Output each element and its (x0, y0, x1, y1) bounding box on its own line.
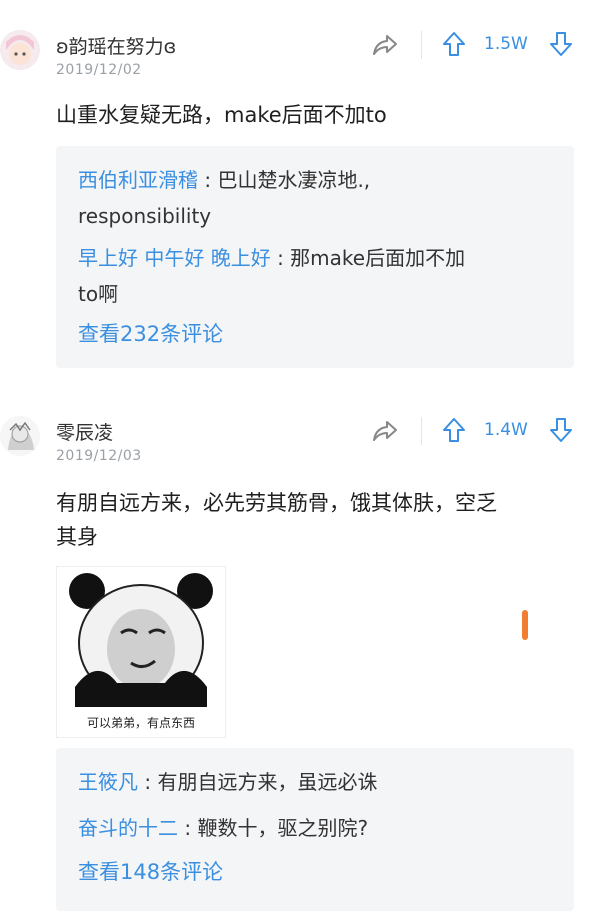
divider (421, 31, 422, 59)
post-date: 2019/12/02 (56, 62, 142, 78)
reply-separator: : (138, 770, 158, 794)
upvote-arrow-icon[interactable] (441, 416, 467, 444)
divider (421, 417, 422, 445)
reply-separator: : (178, 816, 198, 840)
reply-author[interactable]: 王筱凡 (78, 770, 138, 794)
downvote-arrow-icon[interactable] (548, 30, 574, 58)
share-icon[interactable] (370, 418, 400, 444)
reply-author[interactable]: 早上好 中午好 晚上好 (78, 246, 271, 270)
reply-text: 鞭数十，驱之别院? (197, 816, 369, 840)
comment-post: ʚ韵瑶在努力ɞ 2019/12/02 1.5W 山重水复疑无路，make后面不加… (0, 0, 600, 380)
vote-count: 1.5W (484, 34, 528, 54)
meme-caption: 可以弟弟，有点东西 (86, 716, 195, 730)
avatar[interactable] (0, 416, 40, 456)
scroll-indicator[interactable] (522, 610, 528, 640)
share-icon[interactable] (370, 32, 400, 58)
view-more-comments-link[interactable]: 查看232条评论 (78, 318, 223, 348)
replies-box: 王筱凡 : 有朋自远方来，虽远必诛 奋斗的十二 : 鞭数十，驱之别院? 查看14… (56, 748, 574, 911)
reply-text: 巴山楚水凄凉地., (217, 168, 371, 192)
panda-meme-icon (69, 573, 213, 707)
reply-author[interactable]: 西伯利亚滑稽 (78, 168, 198, 192)
reply-item[interactable]: 王筱凡 : 有朋自远方来，虽远必诛 (78, 764, 558, 800)
upvote-arrow-icon[interactable] (441, 30, 467, 58)
comment-text-line: 其身 (56, 525, 98, 549)
replies-box: 西伯利亚滑稽 : 巴山楚水凄凉地., responsibility 早上好 中午… (56, 146, 574, 368)
avatar[interactable] (0, 30, 40, 70)
comment-text-line: 有朋自远方来，必先劳其筋骨，饿其体肤，空乏 (56, 491, 497, 515)
meme-image[interactable]: 可以弟弟，有点东西 (56, 566, 226, 738)
comment-text: 有朋自远方来，必先劳其筋骨，饿其体肤，空乏 其身 (56, 486, 576, 554)
post-date: 2019/12/03 (56, 448, 142, 464)
reply-separator: : (198, 168, 218, 192)
reply-separator: : (270, 246, 291, 270)
reply-item[interactable]: 早上好 中午好 晚上好 : 那make后面加不加 to啊 (78, 240, 558, 312)
vote-count: 1.4W (484, 420, 528, 440)
username[interactable]: ʚ韵瑶在努力ɞ (56, 32, 176, 59)
comment-post: 零辰凌 2019/12/03 1.4W 有朋自远方来，必先劳其筋骨，饿其体肤，空… (0, 380, 600, 911)
username[interactable]: 零辰凌 (56, 418, 113, 445)
reply-item[interactable]: 奋斗的十二 : 鞭数十，驱之别院? (78, 810, 558, 846)
view-more-comments-link[interactable]: 查看148条评论 (78, 856, 223, 886)
reply-text: 有朋自远方来，虽远必诛 (157, 770, 378, 794)
reply-text-continued: to啊 (78, 282, 119, 306)
reply-item[interactable]: 西伯利亚滑稽 : 巴山楚水凄凉地., responsibility (78, 162, 558, 234)
reply-text: 那make后面加不加 (290, 246, 466, 270)
downvote-arrow-icon[interactable] (548, 416, 574, 444)
reply-text-continued: responsibility (78, 204, 212, 228)
comment-text: 山重水复疑无路，make后面不加to (56, 103, 387, 127)
reply-author[interactable]: 奋斗的十二 (78, 816, 178, 840)
